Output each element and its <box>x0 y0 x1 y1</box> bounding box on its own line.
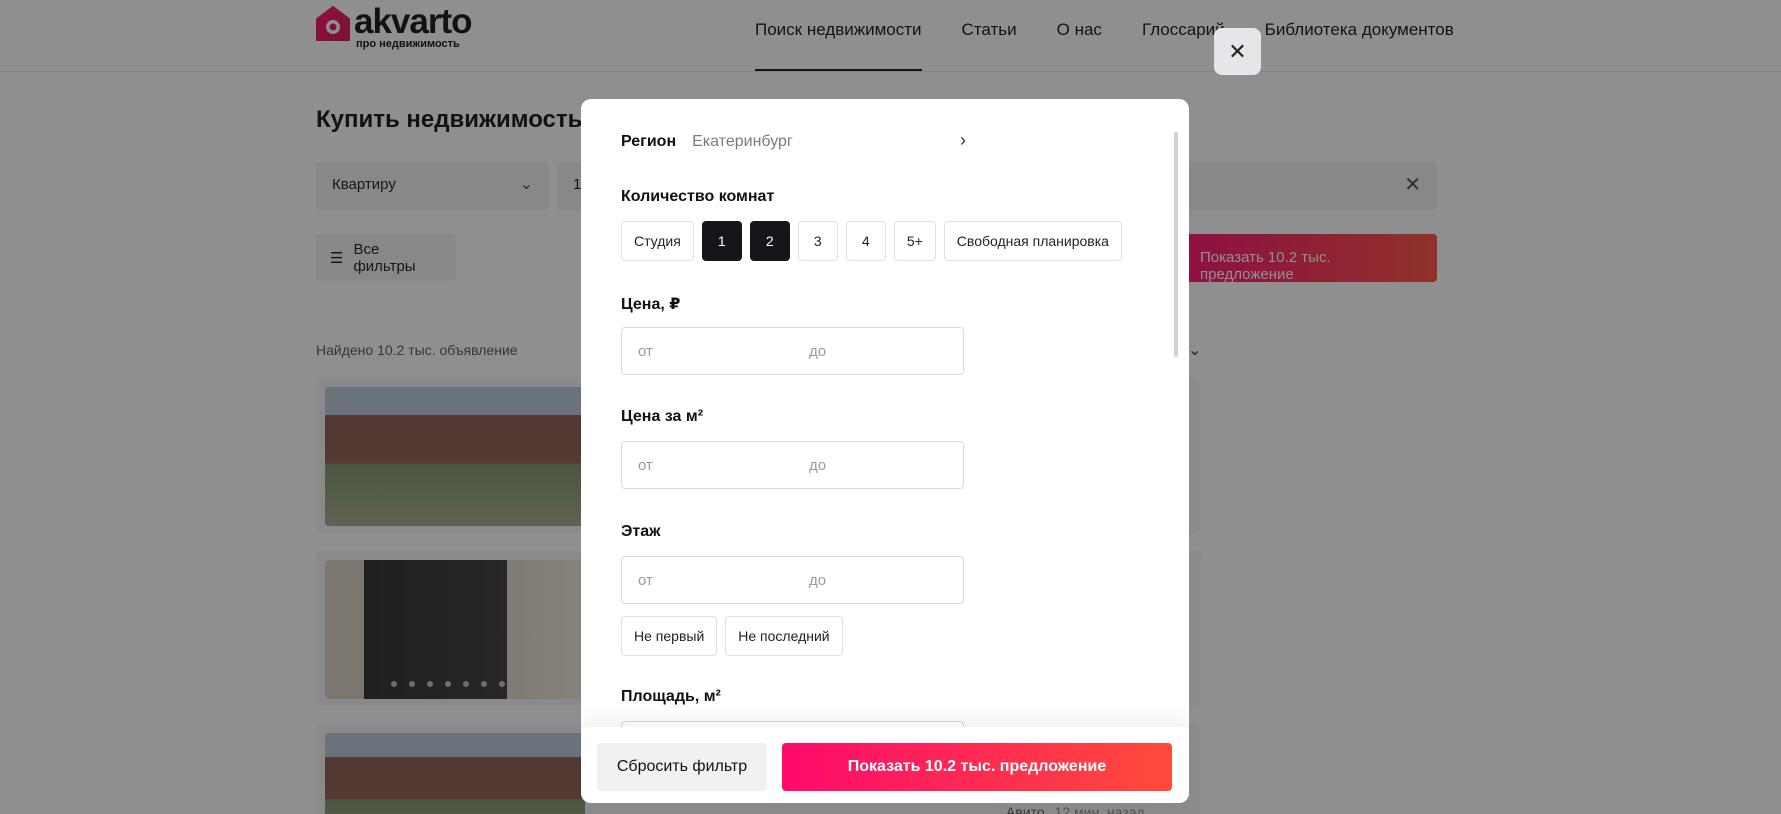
reset-filter-button[interactable]: Сбросить фильтр <box>597 743 767 791</box>
region-label: Регион <box>621 133 677 150</box>
modal-scrollbar[interactable] <box>1174 132 1178 357</box>
rooms-chip-5plus[interactable]: 5+ <box>893 221 936 261</box>
filters-scroll-area[interactable]: Регион Екатеринбург › Количество комнат … <box>581 99 1189 727</box>
filters-modal: Регион Екатеринбург › Количество комнат … <box>581 99 1189 803</box>
region-selector[interactable]: Регион Екатеринбург › <box>621 130 966 152</box>
floor-chip-not-first[interactable]: Не первый <box>621 616 718 656</box>
floor-chip-not-last[interactable]: Не последний <box>725 616 843 656</box>
rooms-title: Количество комнат <box>621 188 775 205</box>
price-to-input[interactable] <box>793 328 964 374</box>
region-value: Екатеринбург <box>692 133 793 150</box>
price-title: Цена, ₽ <box>621 296 681 313</box>
area-title: Площадь, м² <box>621 688 721 705</box>
rooms-chip-studio[interactable]: Студия <box>621 221 694 261</box>
close-modal-button[interactable]: ✕ <box>1214 28 1261 75</box>
rooms-chip-1[interactable]: 1 <box>701 221 742 261</box>
rooms-chips: Студия 1 2 3 4 5+ Свободная планировка <box>621 221 1130 261</box>
price-per-sqm-title: Цена за м² <box>621 408 704 425</box>
price-per-sqm-range <box>621 441 964 489</box>
floor-to-input[interactable] <box>793 557 964 603</box>
floor-from-input[interactable] <box>622 557 793 603</box>
floor-options: Не первый Не последний <box>621 616 851 656</box>
price-range <box>621 327 964 375</box>
close-icon: ✕ <box>1228 38 1247 64</box>
price-from-input[interactable] <box>622 328 793 374</box>
rooms-chip-free-layout[interactable]: Свободная планировка <box>943 221 1122 261</box>
show-offers-button[interactable]: Показать 10.2 тыс. предложение <box>782 743 1172 791</box>
rooms-chip-3[interactable]: 3 <box>797 221 838 261</box>
rooms-chip-2[interactable]: 2 <box>749 221 790 261</box>
price-per-sqm-from-input[interactable] <box>622 442 793 488</box>
floor-range <box>621 556 964 604</box>
chevron-right-icon: › <box>960 130 966 150</box>
price-per-sqm-to-input[interactable] <box>793 442 964 488</box>
floor-title: Этаж <box>621 523 661 540</box>
rooms-chip-4[interactable]: 4 <box>845 221 886 261</box>
modal-footer: Сбросить фильтр Показать 10.2 тыс. предл… <box>581 727 1189 803</box>
